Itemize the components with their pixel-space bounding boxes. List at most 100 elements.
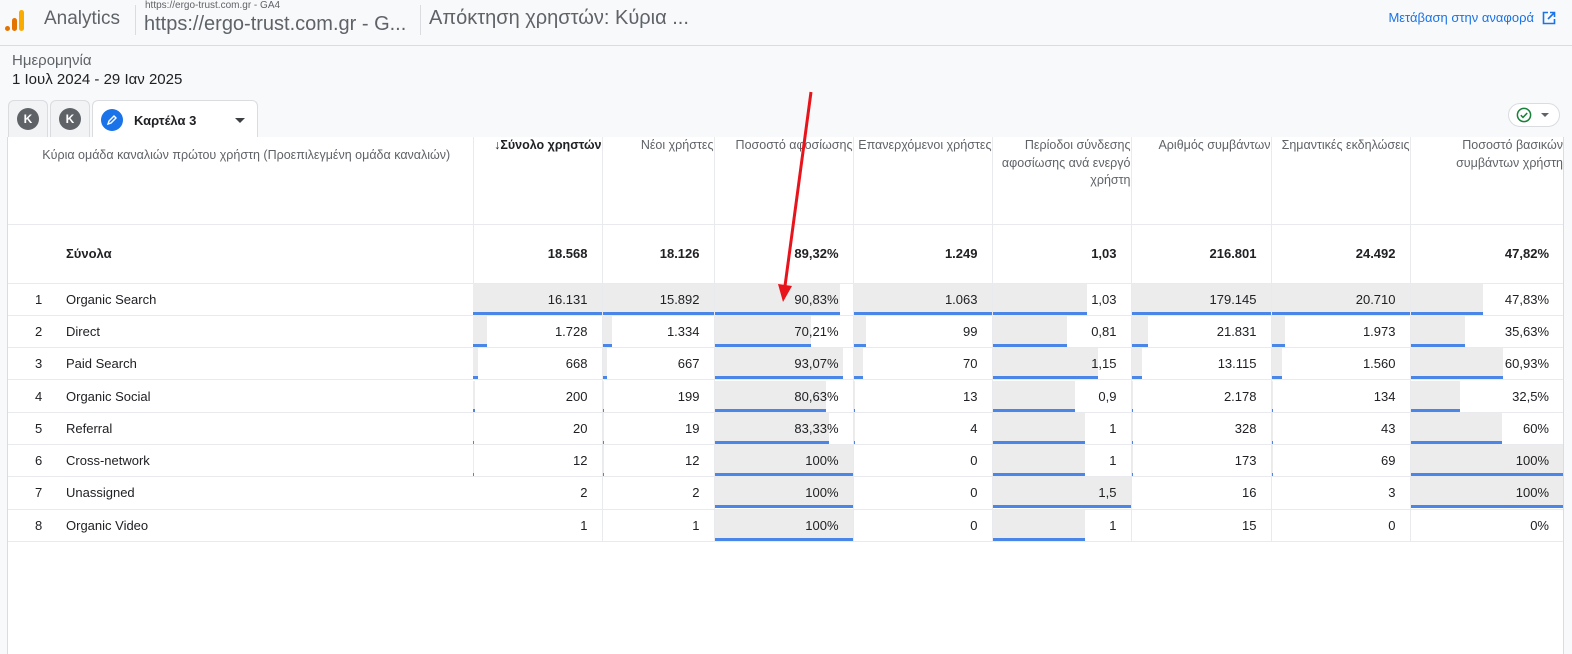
column-header-engagement-rate[interactable]: Ποσοστό αφοσίωσης bbox=[714, 137, 854, 225]
metric-value: 0 bbox=[970, 453, 978, 469]
metric-value: 3 bbox=[1388, 485, 1396, 501]
tab-1[interactable]: K bbox=[8, 100, 48, 137]
tab-3-active[interactable]: Καρτέλα 3 bbox=[92, 100, 258, 139]
channel-name[interactable]: Unassigned bbox=[66, 485, 135, 500]
metric-cell: 1.973 bbox=[1271, 315, 1411, 349]
metric-cell: 0,81 bbox=[992, 315, 1132, 349]
channel-name[interactable]: Cross-network bbox=[66, 453, 150, 468]
report-title: Απόκτηση χρηστών: Κύρια ... bbox=[429, 7, 689, 29]
property-account-label[interactable]: https://ergo-trust.com.gr - GA4 bbox=[145, 0, 280, 11]
table-row[interactable]: 5 Referral 20 19 83,33% 4 1 328 43 60% bbox=[8, 412, 1563, 445]
column-header-total-users[interactable]: ↓Σύνολο χρηστών bbox=[473, 137, 603, 225]
metric-cell: 1 bbox=[992, 412, 1132, 445]
go-to-report-link[interactable]: Μετάβαση στην αναφορά bbox=[1388, 10, 1556, 25]
metric-cell: 43 bbox=[1271, 412, 1411, 445]
metric-value: 35,63% bbox=[1504, 323, 1549, 339]
metric-cell: 200 bbox=[473, 379, 603, 413]
metric-value: 1.334 bbox=[666, 323, 700, 339]
metric-cell: 4 bbox=[853, 412, 993, 445]
dimension-cell: 3 Paid Search bbox=[8, 347, 473, 381]
column-header-dimension[interactable]: Κύρια ομάδα καναλιών πρώτου χρήστη (Προε… bbox=[8, 137, 474, 225]
metric-cell: 35,63% bbox=[1410, 315, 1563, 349]
metric-value: 15 bbox=[1242, 517, 1257, 533]
metric-cell: 328 bbox=[1131, 412, 1272, 445]
date-range[interactable]: 1 Ιουλ 2024 - 29 Ιαν 2025 bbox=[12, 71, 182, 88]
chevron-down-icon[interactable] bbox=[235, 117, 245, 123]
table-row[interactable]: 1 Organic Search 16.131 15.892 90,83% 1.063 1,… bbox=[8, 283, 1563, 316]
metric-cell: 0 bbox=[1271, 509, 1411, 542]
table-row[interactable]: 4 Organic Social 200 199 80,63% 13 0,9 2.178 134… bbox=[8, 379, 1563, 413]
metric-value: 0,9 bbox=[1098, 388, 1117, 404]
metric-cell: 0% bbox=[1410, 509, 1563, 542]
column-header-key-events[interactable]: Σημαντικές εκδηλώσεις bbox=[1271, 137, 1411, 225]
metric-value: 0 bbox=[1388, 517, 1396, 533]
table-row[interactable]: 3 Paid Search 668 667 93,07% 70 1,15 13.115 1.56… bbox=[8, 347, 1563, 381]
column-header-event-count[interactable]: Αριθμός συμβάντων bbox=[1131, 137, 1272, 225]
date-label: Ημερομηνία bbox=[12, 52, 92, 69]
data-quality-chip[interactable] bbox=[1508, 103, 1560, 127]
metric-cell: 32,5% bbox=[1410, 379, 1563, 413]
metric-value: 1,03 bbox=[1091, 291, 1117, 307]
channel-name[interactable]: Direct bbox=[66, 324, 100, 339]
table-row[interactable]: 6 Cross-network 12 12 100% 0 1 173 69 100% bbox=[8, 444, 1563, 478]
table-row[interactable]: 8 Organic Video 1 1 100% 0 1 15 0 0% bbox=[8, 509, 1563, 542]
check-circle-icon bbox=[1516, 107, 1532, 123]
metric-value: 1.063 bbox=[944, 291, 978, 307]
metric-cell: 90,83% bbox=[714, 283, 854, 316]
metric-value: 32,5% bbox=[1512, 388, 1549, 404]
metric-cell: 100% bbox=[714, 476, 854, 510]
metric-cell: 20 bbox=[473, 412, 603, 445]
table-row[interactable]: 2 Direct 1.728 1.334 70,21% 99 0,81 21.831 1.973… bbox=[8, 315, 1563, 349]
analytics-logo-icon[interactable] bbox=[5, 10, 27, 32]
report-table-panel: Κύρια ομάδα καναλιών πρώτου χρήστη (Προε… bbox=[7, 137, 1564, 654]
metric-cell: 0 bbox=[853, 509, 993, 542]
metric-value: 1.560 bbox=[1362, 356, 1396, 372]
column-header-new-users[interactable]: Νέοι χρήστες bbox=[602, 137, 715, 225]
total-value: 18.568 bbox=[473, 224, 603, 284]
metric-value: 70,21% bbox=[794, 323, 839, 339]
metric-cell: 93,07% bbox=[714, 347, 854, 381]
metric-value: 20 bbox=[573, 420, 588, 436]
metric-value: 1 bbox=[1109, 453, 1117, 469]
metric-value: 12 bbox=[685, 453, 700, 469]
total-value: 18.126 bbox=[602, 224, 715, 284]
metric-cell: 1 bbox=[473, 509, 603, 542]
property-selector[interactable]: https://ergo-trust.com.gr - G... bbox=[144, 13, 406, 36]
total-value: 1.249 bbox=[853, 224, 993, 284]
app-name[interactable]: Analytics bbox=[44, 8, 120, 30]
metric-value: 0% bbox=[1530, 517, 1549, 533]
row-index: 4 bbox=[35, 388, 43, 404]
column-header-user-key-event-rate[interactable]: Ποσοστό βασικών συμβάντων χρήστη bbox=[1410, 137, 1563, 225]
total-value: 216.801 bbox=[1131, 224, 1272, 284]
metric-value: 100% bbox=[805, 453, 839, 469]
tab-2[interactable]: K bbox=[50, 100, 90, 137]
metric-value: 1 bbox=[1109, 420, 1117, 436]
channel-name[interactable]: Referral bbox=[66, 421, 112, 436]
channel-name[interactable]: Paid Search bbox=[66, 356, 137, 371]
metric-cell: 70 bbox=[853, 347, 993, 381]
dimension-cell: 7 Unassigned bbox=[8, 476, 473, 510]
channel-name[interactable]: Organic Search bbox=[66, 292, 156, 307]
column-header-engaged-sessions-per-user[interactable]: Περίοδοι σύνδεσης αφοσίωσης ανά ενεργό χ… bbox=[992, 137, 1132, 225]
column-header-returning-users[interactable]: Επανερχόμενοι χρήστες bbox=[853, 137, 993, 225]
metric-value: 15.892 bbox=[659, 291, 700, 307]
metric-cell: 83,33% bbox=[714, 412, 854, 445]
metric-value: 90,83% bbox=[794, 291, 839, 307]
table-row[interactable]: 7 Unassigned 2 2 100% 0 1,5 16 3 100% bbox=[8, 476, 1563, 510]
metric-cell: 173 bbox=[1131, 444, 1272, 478]
metric-cell: 1 bbox=[602, 509, 715, 542]
metric-value: 16.131 bbox=[547, 291, 588, 307]
totals-row: Σύνολα 18.568 18.126 89,32% 1.249 1,03 2… bbox=[8, 224, 1563, 284]
metric-value: 12 bbox=[573, 453, 588, 469]
open-in-new-icon bbox=[1542, 11, 1556, 24]
channel-name[interactable]: Organic Social bbox=[66, 389, 151, 404]
metric-cell: 70,21% bbox=[714, 315, 854, 349]
channel-name[interactable]: Organic Video bbox=[66, 518, 148, 533]
metric-cell: 16 bbox=[1131, 476, 1272, 510]
metric-value: 13 bbox=[963, 388, 978, 404]
metric-cell: 13.115 bbox=[1131, 347, 1272, 381]
metric-value: 69 bbox=[1381, 453, 1396, 469]
metric-cell: 100% bbox=[714, 444, 854, 478]
metric-value: 20.710 bbox=[1355, 291, 1396, 307]
metric-cell: 134 bbox=[1271, 379, 1411, 413]
